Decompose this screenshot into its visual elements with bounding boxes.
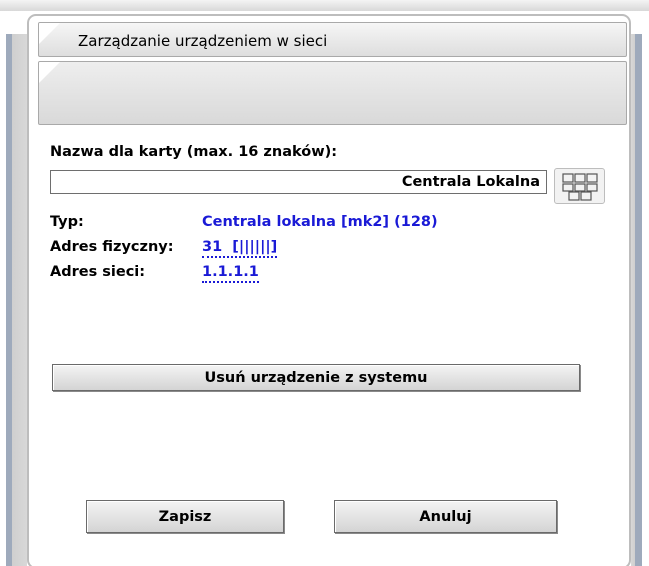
remove-device-button[interactable]: Usuń urządzenie z systemu	[52, 364, 580, 391]
network-address-link[interactable]: 1.1.1.1	[202, 264, 259, 283]
dialog-title: Zarządzanie urządzeniem w sieci	[78, 32, 328, 50]
background-top	[0, 0, 649, 11]
keyboard-grid-button[interactable]	[554, 168, 605, 204]
physical-address-link[interactable]: 31 [||||||]	[202, 239, 278, 258]
subheader-corner-decoration	[39, 62, 60, 83]
background-right-frame	[631, 34, 649, 566]
device-management-dialog: Zarządzanie urządzeniem w sieci Nazwa dl…	[27, 14, 631, 566]
type-value: Centrala lokalna [mk2] (128)	[202, 214, 438, 230]
card-name-input[interactable]	[50, 170, 547, 194]
background-left-frame	[0, 34, 27, 566]
physical-address-label: Adres fizyczny:	[50, 239, 174, 255]
network-address-label: Adres sieci:	[50, 264, 146, 280]
title-corner-decoration	[39, 23, 60, 44]
save-button[interactable]: Zapisz	[86, 500, 284, 533]
dialog-title-bar: Zarządzanie urządzeniem w sieci	[38, 22, 627, 57]
grid-icon	[562, 173, 598, 201]
type-label: Typ:	[50, 214, 84, 230]
cancel-button[interactable]: Anuluj	[334, 500, 557, 533]
dialog-subheader-panel	[38, 61, 627, 125]
card-name-label: Nazwa dla karty (max. 16 znaków):	[50, 144, 338, 160]
